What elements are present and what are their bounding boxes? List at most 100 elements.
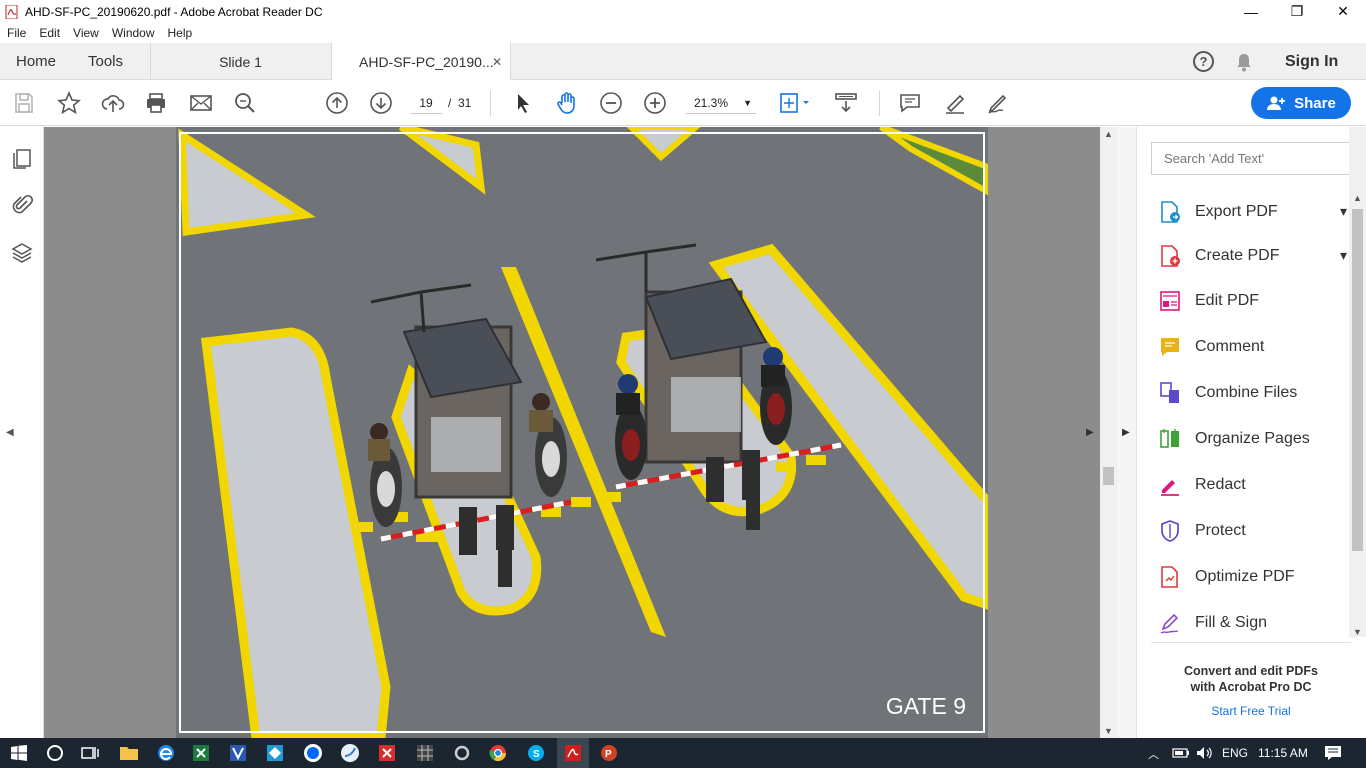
file-explorer-icon[interactable]	[118, 742, 140, 764]
scroll-down-arrow-icon[interactable]: ▼	[1104, 726, 1113, 736]
left-navigation-rail: ◀	[0, 127, 44, 738]
hand-tool-icon[interactable]	[555, 91, 579, 115]
document-scrollbar-thumb[interactable]	[1103, 467, 1114, 485]
zoom-out-icon[interactable]	[599, 91, 623, 115]
chevron-down-icon[interactable]: ▾	[1340, 203, 1347, 220]
gate-label: GATE 9	[885, 693, 966, 719]
zoom-in-icon[interactable]	[643, 91, 667, 115]
menu-help[interactable]: Help	[161, 26, 199, 40]
tab-slide-1[interactable]: Slide 1	[150, 43, 331, 80]
maximize-button[interactable]: ❐	[1274, 0, 1320, 23]
optimize-pdf-icon	[1157, 564, 1183, 590]
tool-fill-sign[interactable]: Fill & Sign	[1157, 600, 1347, 646]
save-icon[interactable]	[12, 91, 36, 115]
tool-edit-pdf[interactable]: Edit PDF	[1157, 278, 1347, 324]
volume-icon[interactable]	[1194, 742, 1216, 764]
tab-close-icon[interactable]: ✕	[492, 55, 502, 69]
tool-create-pdf[interactable]: Create PDF ▾	[1157, 233, 1347, 279]
tool-comment[interactable]: Comment	[1157, 324, 1347, 370]
task-view-icon[interactable]	[79, 742, 101, 764]
zalo-icon[interactable]	[302, 742, 324, 764]
app-diamond-icon[interactable]	[264, 742, 286, 764]
start-free-trial-link[interactable]: Start Free Trial	[1151, 704, 1351, 718]
app-round-icon[interactable]	[339, 742, 361, 764]
tool-redact[interactable]: Redact	[1157, 462, 1347, 508]
tools-search-input[interactable]: Search 'Add Text'	[1151, 142, 1350, 175]
share-button[interactable]: Share	[1251, 87, 1351, 119]
notification-bell-icon[interactable]	[1235, 52, 1253, 72]
chrome-icon[interactable]	[487, 742, 509, 764]
sign-in-button[interactable]: Sign In	[1285, 43, 1338, 80]
battery-icon[interactable]	[1170, 742, 1192, 764]
add-person-icon	[1267, 96, 1286, 110]
visio-icon[interactable]	[227, 742, 249, 764]
email-icon[interactable]	[189, 91, 213, 115]
windows-start-icon[interactable]	[8, 742, 30, 764]
tool-export-pdf-label: Export PDF	[1195, 203, 1278, 220]
next-page-icon[interactable]	[369, 91, 393, 115]
menu-edit[interactable]: Edit	[32, 26, 66, 40]
tab-tools[interactable]: Tools	[88, 43, 123, 80]
tray-chevron-up-icon[interactable]: ︿	[1148, 746, 1159, 762]
scroll-up-arrow-icon[interactable]: ▲	[1353, 193, 1362, 203]
current-page-input[interactable]: 19	[410, 92, 442, 114]
tool-organize-pages-label: Organize Pages	[1195, 430, 1310, 447]
chevron-down-icon[interactable]: ▾	[1340, 247, 1347, 264]
scroll-up-arrow-icon[interactable]: ▲	[1104, 129, 1113, 139]
upload-cloud-icon[interactable]	[101, 91, 125, 115]
layers-icon[interactable]	[10, 241, 34, 265]
promo-line-2: with Acrobat Pro DC	[1190, 680, 1312, 694]
tab-document[interactable]: AHD-SF-PC_20190... ✕	[331, 43, 511, 81]
fit-page-icon[interactable]	[778, 91, 814, 115]
tool-optimize-pdf[interactable]: Optimize PDF	[1157, 554, 1347, 600]
search-zoom-icon[interactable]	[233, 91, 257, 115]
title-bar: AHD-SF-PC_20190620.pdf - Adobe Acrobat R…	[0, 0, 1366, 23]
select-cursor-icon[interactable]	[511, 91, 535, 115]
zoom-level-dropdown[interactable]: 21.3% ▼	[686, 92, 756, 114]
help-icon[interactable]: ?	[1193, 51, 1214, 72]
document-viewer[interactable]: GATE 9 ▶	[44, 127, 1100, 738]
tab-home[interactable]: Home	[16, 43, 56, 80]
page-thumbnails-icon[interactable]	[10, 147, 34, 171]
clock[interactable]: 11:15 AM	[1258, 746, 1308, 760]
toolbar-separator	[490, 90, 491, 116]
previous-page-icon[interactable]	[325, 91, 349, 115]
menu-view[interactable]: View	[66, 26, 105, 40]
tool-protect[interactable]: Protect	[1157, 508, 1347, 554]
action-center-icon[interactable]	[1322, 742, 1344, 764]
expand-right-arrow-icon[interactable]: ▶	[1086, 427, 1100, 438]
minimize-button[interactable]: —	[1228, 0, 1274, 23]
acrobat-reader-icon[interactable]	[562, 742, 584, 764]
powerpoint-icon[interactable]: P	[598, 742, 620, 764]
highlight-pen-icon[interactable]	[943, 91, 967, 115]
collapse-left-arrow-icon[interactable]: ◀	[6, 427, 14, 438]
tool-fill-sign-label: Fill & Sign	[1195, 614, 1268, 631]
scroll-down-arrow-icon[interactable]: ▼	[1353, 627, 1362, 637]
comment-icon[interactable]	[898, 91, 922, 115]
tools-pane-scrollbar[interactable]: ▲ ▼	[1349, 127, 1366, 637]
tool-export-pdf[interactable]: Export PDF ▾	[1157, 189, 1347, 235]
close-window-button[interactable]: ✕	[1320, 0, 1366, 23]
scroll-mode-icon[interactable]	[834, 91, 858, 115]
tools-pane-collapser[interactable]: ▶	[1117, 127, 1137, 738]
menu-window[interactable]: Window	[105, 26, 161, 40]
skype-icon[interactable]: S	[525, 742, 547, 764]
tools-pane-scrollbar-thumb[interactable]	[1352, 209, 1363, 551]
document-scrollbar[interactable]: ▲ ▼	[1100, 127, 1117, 738]
attachments-paperclip-icon[interactable]	[10, 193, 34, 217]
app-grid-icon[interactable]	[414, 742, 436, 764]
excel-icon[interactable]	[190, 742, 212, 764]
xmind-icon[interactable]	[376, 742, 398, 764]
print-icon[interactable]	[144, 91, 168, 115]
tool-combine-files[interactable]: Combine Files	[1157, 370, 1347, 416]
app-gear-icon[interactable]	[451, 742, 473, 764]
bookmark-star-icon[interactable]	[57, 91, 81, 115]
cortana-search-icon[interactable]	[44, 742, 66, 764]
language-indicator[interactable]: ENG	[1222, 746, 1248, 760]
menu-file[interactable]: File	[0, 26, 32, 40]
zoom-level-value: 21.3%	[694, 96, 729, 110]
gate-illustration	[176, 127, 988, 738]
edge-browser-icon[interactable]	[155, 742, 177, 764]
tool-organize-pages[interactable]: Organize Pages	[1157, 416, 1347, 462]
sign-pen-icon[interactable]	[986, 91, 1010, 115]
